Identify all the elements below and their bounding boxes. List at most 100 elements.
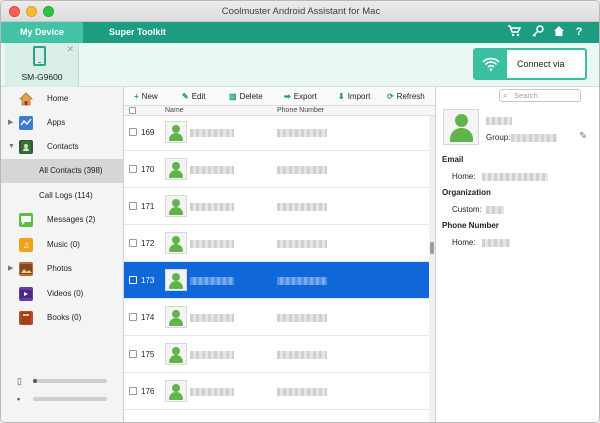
person-body <box>169 207 183 215</box>
sidebar-item-apps[interactable]: ▶ Apps <box>1 111 124 135</box>
phone-number-redacted <box>277 166 327 174</box>
export-button[interactable]: ➡ Export <box>284 87 317 106</box>
column-header-phone[interactable]: Phone Number <box>277 106 324 116</box>
refresh-button[interactable]: ⟳ Refresh <box>387 87 425 106</box>
email-value-redacted <box>482 173 548 181</box>
table-row[interactable]: 175 <box>124 336 429 373</box>
table-row[interactable]: 170 <box>124 151 429 188</box>
minimize-window-button[interactable] <box>26 6 37 17</box>
sidebar-label: Home <box>47 94 69 103</box>
tab-super-toolkit[interactable]: Super Toolkit <box>109 22 169 43</box>
row-checkbox[interactable] <box>129 165 137 173</box>
import-button[interactable]: ⬇ Import <box>338 87 370 106</box>
connect-wifi-button[interactable]: Connect via WIFI <box>473 48 587 97</box>
search-input[interactable]: ⌕ Search <box>499 89 581 102</box>
book-icon <box>19 311 33 325</box>
person-body <box>169 133 183 141</box>
contact-avatar-icon <box>165 380 187 402</box>
sidebar-label: Photos <box>47 264 72 273</box>
row-checkbox[interactable] <box>129 276 137 284</box>
contact-detail-panel: ⌕ Search Group: ✎ Email Home: Organizati… <box>435 87 599 422</box>
row-checkbox[interactable] <box>129 202 137 210</box>
table-row[interactable]: 172 <box>124 225 429 262</box>
row-number: 171 <box>141 202 155 211</box>
device-tab[interactable]: ✕ SM-G9600 <box>5 43 79 87</box>
table-row[interactable]: 169 <box>124 116 429 151</box>
row-number: 172 <box>141 239 155 248</box>
home-icon[interactable] <box>552 25 566 39</box>
phone-icon <box>33 46 46 66</box>
row-checkbox[interactable] <box>129 313 137 321</box>
sidebar-item-call-logs[interactable]: Call Logs (114) <box>1 184 124 208</box>
help-icon[interactable]: ? <box>572 25 586 39</box>
row-number: 169 <box>141 128 155 137</box>
group-label: Group: <box>486 133 511 142</box>
sidebar-item-all-contacts[interactable]: All Contacts (398) <box>1 159 124 183</box>
table-row[interactable]: 176 <box>124 373 429 410</box>
person-body <box>169 170 183 178</box>
table-row[interactable]: 173 <box>124 262 429 299</box>
export-arrow-icon: ➡ <box>284 92 291 101</box>
edit-button[interactable]: ✎ Edit <box>182 87 206 106</box>
org-value-redacted <box>486 206 504 214</box>
sidebar-label: Call Logs (114) <box>39 191 93 200</box>
plus-icon: + <box>134 92 139 101</box>
sidebar-item-books[interactable]: Books (0) <box>1 306 124 330</box>
sd-card-icon: ▪ <box>17 394 21 404</box>
sidebar-item-photos[interactable]: ▶ Photos <box>1 257 124 281</box>
sidebar: Home ▶ Apps ▼ Contacts All Contacts (398… <box>1 87 124 422</box>
sidebar-item-home[interactable]: Home <box>1 87 124 111</box>
contact-avatar-icon <box>165 121 187 143</box>
trash-icon: ▥ <box>229 92 237 101</box>
refresh-icon: ⟳ <box>387 92 394 101</box>
sidebar-item-music[interactable]: ♫ Music (0) <box>1 233 124 257</box>
row-checkbox[interactable] <box>129 128 137 136</box>
new-button[interactable]: + New <box>134 87 158 106</box>
contact-name-redacted <box>190 240 234 248</box>
person-head <box>172 310 180 318</box>
contact-name-redacted <box>190 277 234 285</box>
tab-my-device[interactable]: My Device <box>1 22 83 43</box>
person-head <box>172 199 180 207</box>
scrollbar-thumb[interactable] <box>430 242 434 254</box>
contact-avatar-icon <box>165 158 187 180</box>
zoom-window-button[interactable] <box>43 6 54 17</box>
sidebar-label: Books (0) <box>47 313 82 322</box>
row-checkbox[interactable] <box>129 350 137 358</box>
select-all-checkbox[interactable] <box>129 107 136 114</box>
phone-number-redacted <box>277 129 327 137</box>
chevron-right-icon[interactable]: ▶ <box>8 111 13 135</box>
storage-bar <box>33 397 107 401</box>
phone-number-redacted <box>277 388 327 396</box>
person-head <box>455 114 468 127</box>
sidebar-item-messages[interactable]: Messages (2) <box>1 208 124 232</box>
edit-pencil-icon[interactable]: ✎ <box>579 131 587 142</box>
sidebar-item-contacts[interactable]: ▼ Contacts <box>1 135 124 159</box>
pencil-icon: ✎ <box>182 92 189 101</box>
contacts-book-icon <box>19 140 33 154</box>
delete-button[interactable]: ▥ Delete <box>229 87 263 106</box>
close-window-button[interactable] <box>9 6 20 17</box>
cart-icon[interactable] <box>507 25 521 39</box>
close-icon[interactable]: ✕ <box>66 44 74 55</box>
contact-name-redacted <box>190 203 234 211</box>
row-checkbox[interactable] <box>129 239 137 247</box>
org-custom-label: Custom: <box>452 205 482 214</box>
sidebar-item-videos[interactable]: Videos (0) <box>1 282 124 306</box>
person-body <box>450 128 473 142</box>
phone-number-redacted <box>277 351 327 359</box>
phone-number-redacted <box>277 277 327 285</box>
phone-number-redacted <box>277 203 327 211</box>
table-row[interactable]: 171 <box>124 188 429 225</box>
key-icon[interactable] <box>531 25 545 39</box>
person-body <box>169 392 183 400</box>
row-checkbox[interactable] <box>129 387 137 395</box>
wifi-icon <box>475 50 507 78</box>
chevron-down-icon[interactable]: ▼ <box>8 135 15 159</box>
contacts-table: 169 170 171 172 173 174 175 176 <box>124 116 429 422</box>
music-note-icon: ♫ <box>19 238 33 252</box>
storage-bar-fill <box>33 379 37 383</box>
chevron-right-icon[interactable]: ▶ <box>8 257 13 281</box>
table-row[interactable]: 174 <box>124 299 429 336</box>
column-header-name[interactable]: Name <box>165 106 184 116</box>
